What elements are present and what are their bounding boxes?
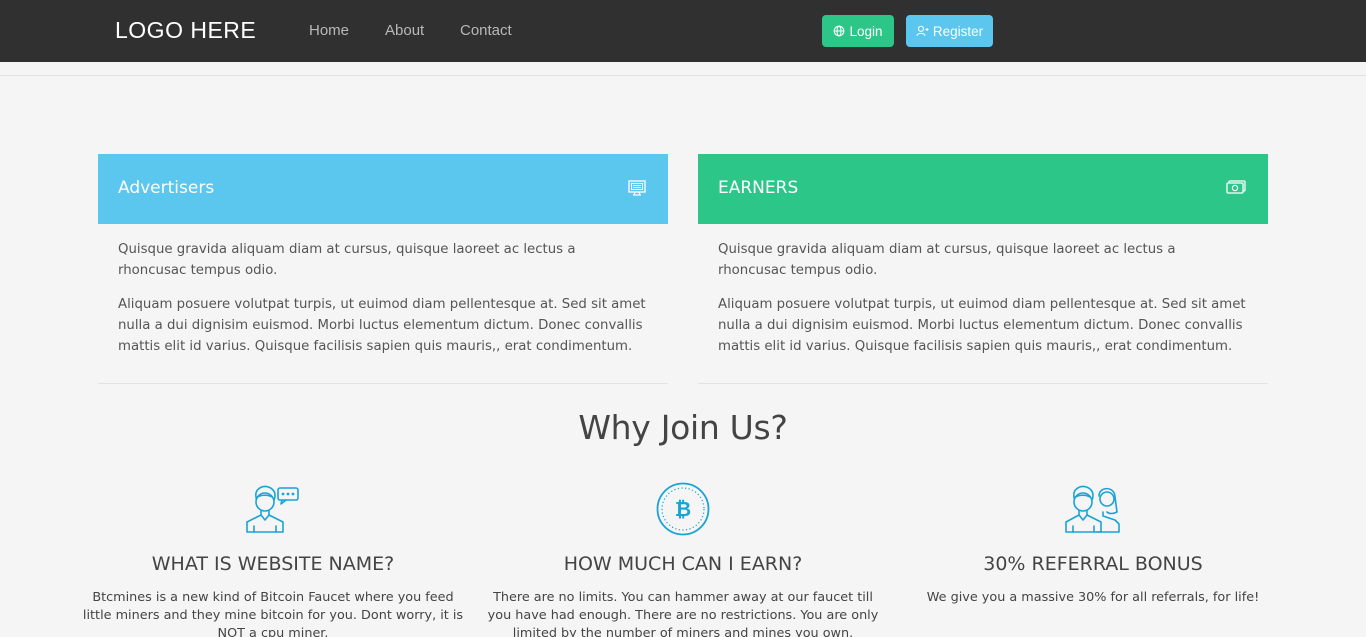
- section-title: Why Join Us?: [578, 408, 788, 447]
- feature-text: We give you a massive 30% for all referr…: [926, 590, 1260, 605]
- earners-card-header: EARNERS: [698, 154, 1268, 224]
- earners-card-body: Quisque gravida aliquam diam at cursus, …: [698, 224, 1268, 357]
- card-divider: [98, 383, 668, 384]
- feature-icon-wrap: [893, 482, 1293, 534]
- money-icon: [1226, 180, 1246, 194]
- feature-title: 30% REFERRAL BONUS: [983, 553, 1203, 575]
- feature-title: WHAT IS WEBSITE NAME?: [151, 553, 395, 575]
- card-paragraph: Aliquam posuere volutpat turpis, ut euim…: [718, 297, 1246, 354]
- card-paragraph: Quisque gravida aliquam diam at cursus, …: [718, 242, 1176, 278]
- login-button[interactable]: Login: [822, 15, 894, 47]
- feature-referral: 30% REFERRAL BONUS We give you a massive…: [893, 482, 1293, 607]
- advertisers-card-body: Quisque gravida aliquam diam at cursus, …: [98, 224, 668, 357]
- user-chat-icon: [246, 485, 299, 533]
- monitor-icon: [628, 180, 646, 196]
- logo[interactable]: LOGO HERE: [115, 17, 256, 44]
- advertisers-card-header: Advertisers: [98, 154, 668, 224]
- nav-home[interactable]: Home: [309, 22, 349, 39]
- register-button[interactable]: Register: [906, 15, 993, 47]
- card-paragraph: Aliquam posuere volutpat turpis, ut euim…: [118, 297, 646, 354]
- login-label: Login: [849, 23, 883, 39]
- nav-contact[interactable]: Contact: [460, 22, 512, 39]
- card-paragraph: Quisque gravida aliquam diam at cursus, …: [118, 242, 576, 278]
- nav-about[interactable]: About: [385, 22, 424, 39]
- earners-card: EARNERS Quisque gravida aliquam diam at …: [698, 154, 1268, 384]
- feature-icon-wrap: ₿: [483, 482, 883, 536]
- divider: [0, 75, 1366, 76]
- feature-text: There are no limits. You can hammer away…: [487, 590, 879, 637]
- feature-icon-wrap: [73, 482, 473, 534]
- users-icon: [1065, 485, 1120, 533]
- advertisers-card: Advertisers Quisque gravida aliquam diam…: [98, 154, 668, 384]
- feature-title: HOW MUCH CAN I EARN?: [563, 553, 803, 575]
- feature-earn: ₿ HOW MUCH CAN I EARN? There are no limi…: [483, 482, 883, 637]
- bitcoin-icon: ₿: [656, 482, 710, 536]
- card-divider: [698, 383, 1268, 384]
- register-label: Register: [932, 23, 984, 39]
- feature-text: Btcmines is a new kind of Bitcoin Faucet…: [82, 590, 464, 637]
- earners-card-title: EARNERS: [718, 178, 799, 198]
- svg-text:₿: ₿: [675, 497, 691, 521]
- feature-what-is: WHAT IS WEBSITE NAME? Btcmines is a new …: [73, 482, 473, 637]
- add-user-icon: [916, 25, 929, 37]
- navbar: LOGO HERE Home About Contact Login Regis…: [0, 0, 1366, 62]
- globe-icon: [834, 25, 845, 37]
- advertisers-card-title: Advertisers: [118, 178, 215, 198]
